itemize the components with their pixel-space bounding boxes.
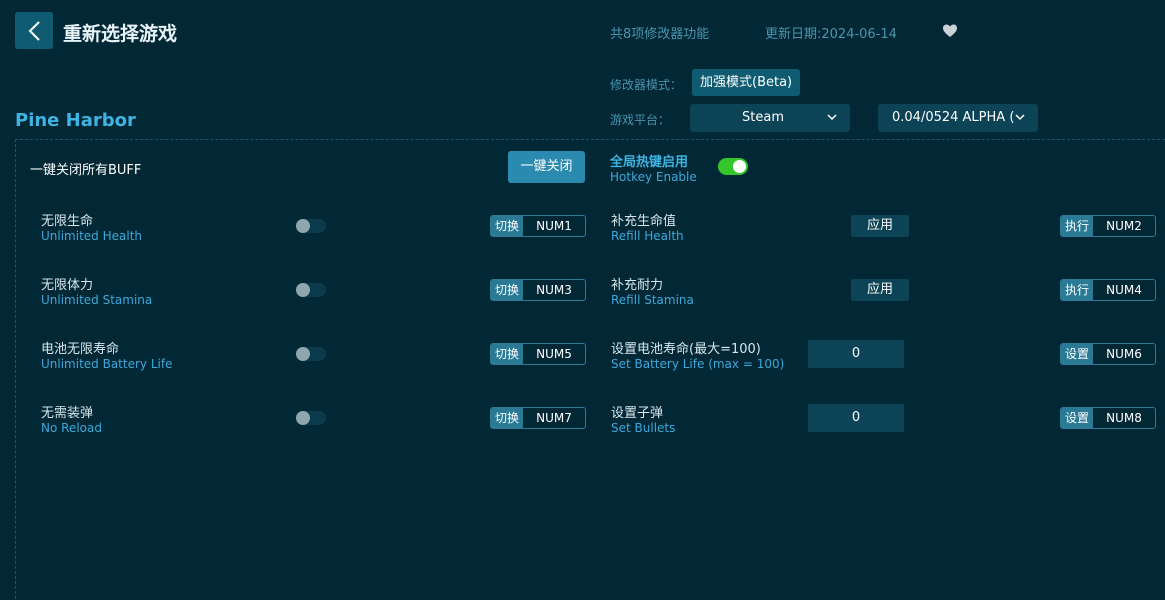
toggle-unlimited-stamina[interactable] bbox=[296, 283, 326, 297]
close-all-button[interactable]: 一键关闭 bbox=[508, 151, 585, 183]
hotkey-enable-cn: 全局热键启用 bbox=[610, 155, 689, 170]
hotkey-key: NUM2 bbox=[1106, 219, 1142, 233]
feature-count: 共8项修改器功能 bbox=[610, 27, 710, 42]
chevron-down-icon bbox=[1015, 114, 1025, 121]
hotkey-action: 切换 bbox=[491, 344, 524, 364]
hotkey-action: 执行 bbox=[1061, 216, 1094, 236]
set-bullets-input[interactable]: 0 bbox=[808, 404, 904, 432]
hotkey-action: 切换 bbox=[491, 280, 524, 300]
hotkey-action: 设置 bbox=[1061, 344, 1094, 364]
feature-en-refill-stamina: Refill Stamina bbox=[611, 293, 694, 307]
feature-cn-set-battery: 设置电池寿命(最大=100) bbox=[611, 342, 761, 357]
hotkey-refill-health[interactable]: 执行 NUM2 bbox=[1060, 215, 1156, 237]
feature-cn-no-reload: 无需装弹 bbox=[41, 406, 94, 421]
hotkey-key: NUM8 bbox=[1106, 411, 1142, 425]
platform-label: 游戏平台： bbox=[610, 113, 671, 127]
chevron-down-icon bbox=[827, 114, 837, 121]
feature-en-set-bullets: Set Bullets bbox=[611, 421, 676, 435]
game-name: Pine Harbor bbox=[15, 110, 136, 131]
feature-cn-unlimited-stamina: 无限体力 bbox=[41, 278, 94, 293]
back-button[interactable] bbox=[15, 12, 53, 49]
feature-en-set-battery: Set Battery Life (max = 100) bbox=[611, 357, 785, 371]
hotkey-set-battery[interactable]: 设置 NUM6 bbox=[1060, 343, 1156, 365]
hotkey-key: NUM3 bbox=[536, 283, 572, 297]
hotkey-key: NUM4 bbox=[1106, 283, 1142, 297]
toggle-unlimited-battery[interactable] bbox=[296, 347, 326, 361]
apply-refill-health-button[interactable]: 应用 bbox=[851, 215, 909, 237]
hotkey-key: NUM7 bbox=[536, 411, 572, 425]
hotkey-action: 设置 bbox=[1061, 408, 1094, 428]
toggle-unlimited-health[interactable] bbox=[296, 219, 326, 233]
hotkey-action: 切换 bbox=[491, 216, 524, 236]
hotkey-key: NUM6 bbox=[1106, 347, 1142, 361]
hotkey-key: NUM1 bbox=[536, 219, 572, 233]
hotkey-set-bullets[interactable]: 设置 NUM8 bbox=[1060, 407, 1156, 429]
hotkey-no-reload[interactable]: 切换 NUM7 bbox=[490, 407, 586, 429]
hotkey-enable-toggle[interactable] bbox=[718, 158, 748, 175]
chevron-left-icon bbox=[28, 20, 40, 41]
set-battery-input[interactable]: 0 bbox=[808, 340, 904, 368]
platform-value: Steam bbox=[742, 110, 784, 125]
feature-en-refill-health: Refill Health bbox=[611, 229, 684, 243]
hotkey-action: 执行 bbox=[1061, 280, 1094, 300]
hotkey-unlimited-battery[interactable]: 切换 NUM5 bbox=[490, 343, 586, 365]
close-all-label: 一键关闭所有BUFF bbox=[30, 163, 142, 178]
heart-icon[interactable] bbox=[942, 23, 958, 39]
feature-cn-set-bullets: 设置子弹 bbox=[611, 406, 664, 421]
hotkey-action: 切换 bbox=[491, 408, 524, 428]
hotkey-refill-stamina[interactable]: 执行 NUM4 bbox=[1060, 279, 1156, 301]
feature-cn-refill-health: 补充生命值 bbox=[611, 214, 677, 229]
feature-cn-unlimited-health: 无限生命 bbox=[41, 214, 94, 229]
features-panel bbox=[15, 139, 1165, 600]
update-date: 更新日期:2024-06-14 bbox=[765, 27, 897, 42]
apply-refill-stamina-button[interactable]: 应用 bbox=[851, 279, 909, 301]
platform-select[interactable]: Steam bbox=[690, 104, 850, 132]
page-title: 重新选择游戏 bbox=[63, 23, 178, 45]
feature-cn-unlimited-battery: 电池无限寿命 bbox=[41, 342, 120, 357]
feature-en-unlimited-health: Unlimited Health bbox=[41, 229, 143, 243]
feature-en-unlimited-stamina: Unlimited Stamina bbox=[41, 293, 153, 307]
hotkey-key: NUM5 bbox=[536, 347, 572, 361]
feature-en-no-reload: No Reload bbox=[41, 421, 102, 435]
hotkey-unlimited-stamina[interactable]: 切换 NUM3 bbox=[490, 279, 586, 301]
toggle-no-reload[interactable] bbox=[296, 411, 326, 425]
hotkey-unlimited-health[interactable]: 切换 NUM1 bbox=[490, 215, 586, 237]
mode-label: 修改器模式： bbox=[610, 78, 683, 92]
mode-badge[interactable]: 加强模式(Beta) bbox=[692, 69, 801, 96]
hotkey-enable-en: Hotkey Enable bbox=[610, 170, 697, 184]
version-value: 0.04/0524 ALPHA ( bbox=[892, 110, 1015, 125]
feature-cn-refill-stamina: 补充耐力 bbox=[611, 278, 664, 293]
version-select[interactable]: 0.04/0524 ALPHA ( bbox=[878, 104, 1038, 132]
feature-en-unlimited-battery: Unlimited Battery Life bbox=[41, 357, 173, 371]
